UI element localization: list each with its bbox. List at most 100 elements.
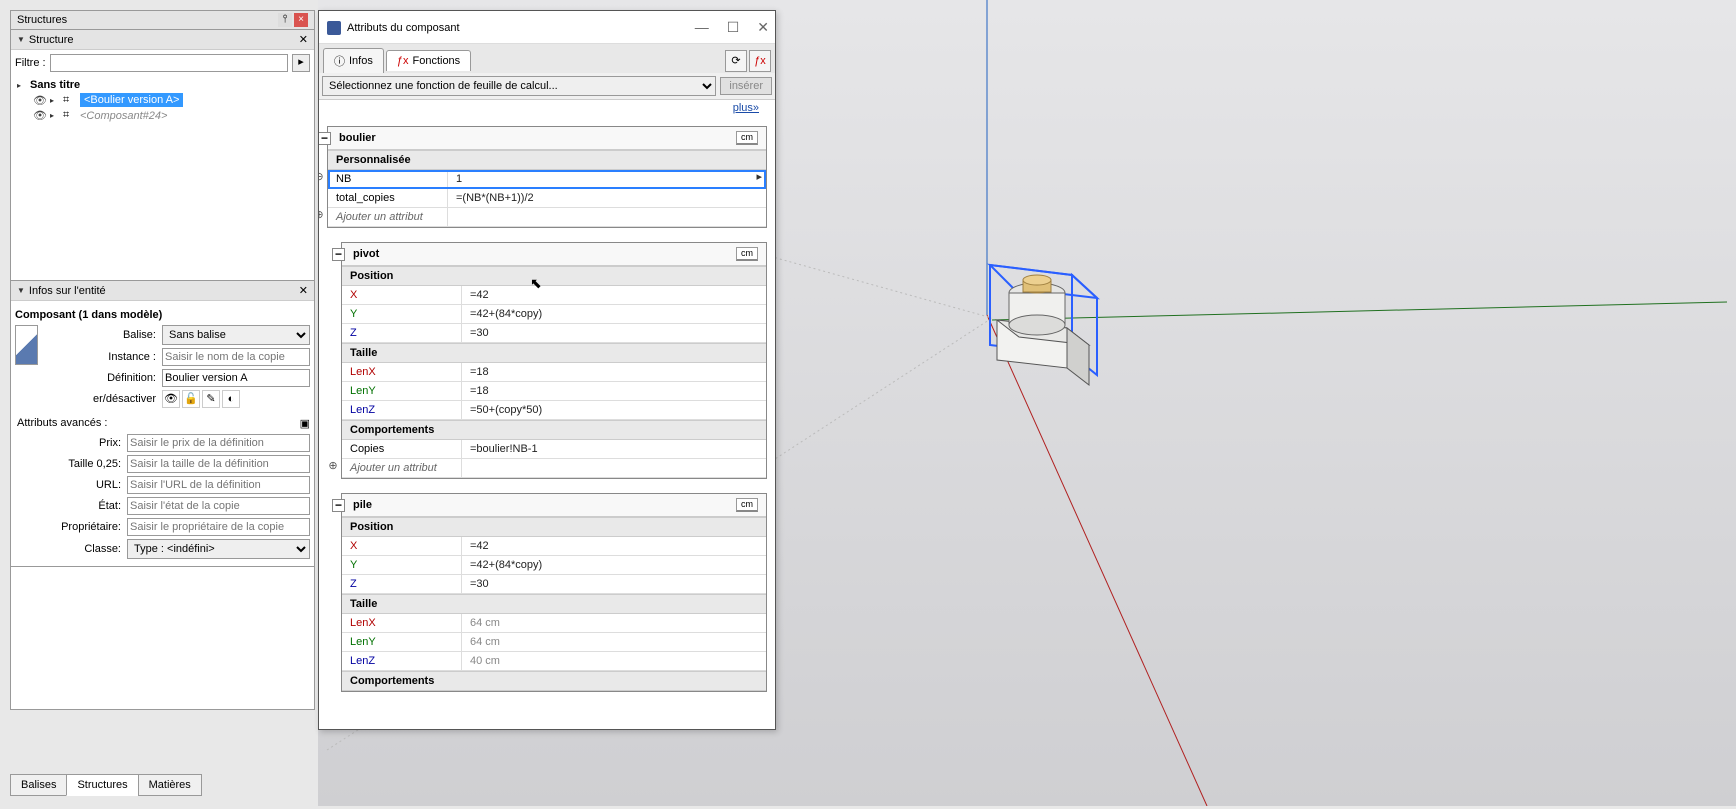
attr-value[interactable]: 64 cm (462, 614, 766, 632)
collapse-icon[interactable]: − (332, 499, 345, 512)
window-titlebar[interactable]: Attributs du composant — ☐ ✕ (319, 11, 775, 44)
add-icon[interactable]: ⊕ (326, 459, 340, 472)
attr-value[interactable]: =(NB*(NB+1))/2 (448, 189, 766, 207)
attr-value[interactable]: =18 (462, 363, 766, 381)
attribute-row[interactable]: LenX64 cm (342, 614, 766, 633)
balise-select[interactable]: Sans balise (162, 325, 310, 345)
attr-value[interactable]: =18 (462, 382, 766, 400)
attr-value[interactable]: =boulier!NB-1 (462, 440, 766, 458)
attribute-row[interactable]: X=42 (342, 286, 766, 305)
row-handle-icon[interactable]: ⊖ (319, 170, 326, 183)
attr-name: Y (342, 305, 462, 323)
tab-fonctions[interactable]: ƒxFonctions (386, 50, 471, 71)
attribute-row[interactable]: Copies=boulier!NB-1 (342, 440, 766, 459)
unit-badge[interactable]: cm (736, 131, 758, 145)
component-header[interactable]: −pilecm (342, 494, 766, 517)
collapse-icon[interactable]: ▣ (300, 417, 310, 430)
add-attribute-row[interactable]: ⊕Ajouter un attribut (328, 208, 766, 227)
attribute-row[interactable]: ⊖NB1▸ (328, 170, 766, 189)
tab-infos[interactable]: ⓘInfos (323, 48, 384, 73)
attribute-row[interactable]: Y=42+(84*copy) (342, 305, 766, 324)
instance-input[interactable] (162, 348, 310, 366)
pin-icon[interactable]: ⫯ (278, 13, 292, 27)
collapse-icon[interactable]: − (319, 132, 331, 145)
classe-select[interactable]: Type : <indéfini> (127, 539, 310, 559)
close-icon[interactable]: × (294, 13, 308, 27)
attr-name: total_copies (328, 189, 448, 207)
bottom-tabs: BalisesStructuresMatières (10, 774, 201, 796)
attribute-row[interactable]: total_copies=(NB*(NB+1))/2 (328, 189, 766, 208)
tree-item[interactable]: 👁▸⌗<Composant#24> (13, 108, 312, 123)
attr-value[interactable]: 40 cm (462, 652, 766, 670)
attribute-row[interactable]: LenZ=50+(copy*50) (342, 401, 766, 420)
close-section-icon[interactable]: ✕ (299, 284, 308, 297)
entity-panel-header[interactable]: ▼ Infos sur l'entité ✕ (11, 281, 314, 301)
definition-input[interactable] (162, 369, 310, 387)
lock-toggle-icon[interactable]: 🔓 (182, 390, 200, 408)
attribute-row[interactable]: Z=30 (342, 324, 766, 343)
add-icon[interactable]: ⊕ (319, 208, 326, 221)
filter-options-icon[interactable]: ▸ (292, 54, 310, 72)
attr-name: Copies (342, 440, 462, 458)
minimize-icon[interactable]: — (695, 19, 709, 36)
toggle-fx-icon[interactable]: ƒx (749, 50, 771, 72)
section-header: Personnalisée (328, 150, 766, 170)
attr-value[interactable]: =42 (462, 286, 766, 304)
component-block: −pilecmPositionX=42Y=42+(84*copy)Z=30Tai… (341, 493, 767, 692)
prop-input[interactable] (127, 518, 310, 536)
component-header[interactable]: −pivotcm (342, 243, 766, 266)
attr-value[interactable]: =30 (462, 324, 766, 342)
attribute-row[interactable]: X=42 (342, 537, 766, 556)
attributes-scroll[interactable]: −bouliercmPersonnalisée⊖NB1▸total_copies… (319, 116, 775, 714)
unit-badge[interactable]: cm (736, 498, 758, 512)
function-select[interactable]: Sélectionnez une fonction de feuille de … (322, 76, 716, 96)
attr-value[interactable]: =50+(copy*50) (462, 401, 766, 419)
attribute-row[interactable]: LenZ40 cm (342, 652, 766, 671)
attribute-row[interactable]: Z=30 (342, 575, 766, 594)
expand-icon[interactable]: ▸ (17, 81, 27, 90)
edit-toggle-icon[interactable]: ✎ (202, 390, 220, 408)
attribute-row[interactable]: LenX=18 (342, 363, 766, 382)
etat-input[interactable] (127, 497, 310, 515)
structure-section[interactable]: ▼ Structure ✕ (11, 30, 314, 50)
close-section-icon[interactable]: ✕ (299, 33, 308, 46)
component-header[interactable]: −bouliercm (328, 127, 766, 150)
visibility-toggle-icon[interactable]: 👁 (162, 390, 180, 408)
attribute-row[interactable]: Y=42+(84*copy) (342, 556, 766, 575)
tree-item[interactable]: 👁▸⌗<Boulier version A> (13, 92, 312, 108)
tree-item[interactable]: ▸Sans titre (13, 78, 312, 92)
maximize-icon[interactable]: ☐ (727, 19, 740, 36)
visibility-icon[interactable]: 👁 (33, 94, 47, 107)
add-attribute-row[interactable]: ⊕Ajouter un attribut (342, 459, 766, 478)
url-input[interactable] (127, 476, 310, 494)
component-name: boulier (339, 132, 376, 144)
attr-value[interactable]: 64 cm (462, 633, 766, 651)
attribute-row[interactable]: LenY64 cm (342, 633, 766, 652)
structures-title: Structures (17, 14, 67, 26)
refresh-icon[interactable]: ⟳ (725, 50, 747, 72)
plus-link[interactable]: plus» (733, 102, 759, 114)
attr-value[interactable]: =30 (462, 575, 766, 593)
attr-name: LenX (342, 614, 462, 632)
attr-value[interactable]: =42+(84*copy) (462, 305, 766, 323)
bottom-tab[interactable]: Balises (10, 774, 67, 796)
structures-panel-header: Structures ⫯ × (11, 11, 314, 30)
visibility-icon[interactable]: 👁 (33, 109, 47, 122)
expand-icon[interactable]: ▸ (50, 111, 60, 120)
collapse-icon[interactable]: − (332, 248, 345, 261)
unit-badge[interactable]: cm (736, 247, 758, 261)
shadow-toggle-icon[interactable]: ◐ (222, 390, 240, 408)
expand-icon[interactable]: ▸ (50, 96, 60, 105)
attr-value[interactable]: =42+(84*copy) (462, 556, 766, 574)
filter-input[interactable] (50, 54, 288, 72)
attr-value[interactable]: =42 (462, 537, 766, 555)
attribute-row[interactable]: LenY=18 (342, 382, 766, 401)
insert-button[interactable]: insérer (720, 77, 772, 95)
prix-input[interactable] (127, 434, 310, 452)
bottom-tab[interactable]: Structures (66, 774, 138, 796)
taille-input[interactable] (127, 455, 310, 473)
bottom-tab[interactable]: Matières (138, 774, 202, 796)
close-icon[interactable]: ✕ (757, 19, 769, 36)
attr-value[interactable]: 1 (448, 170, 756, 188)
dropdown-icon[interactable]: ▸ (756, 170, 766, 188)
